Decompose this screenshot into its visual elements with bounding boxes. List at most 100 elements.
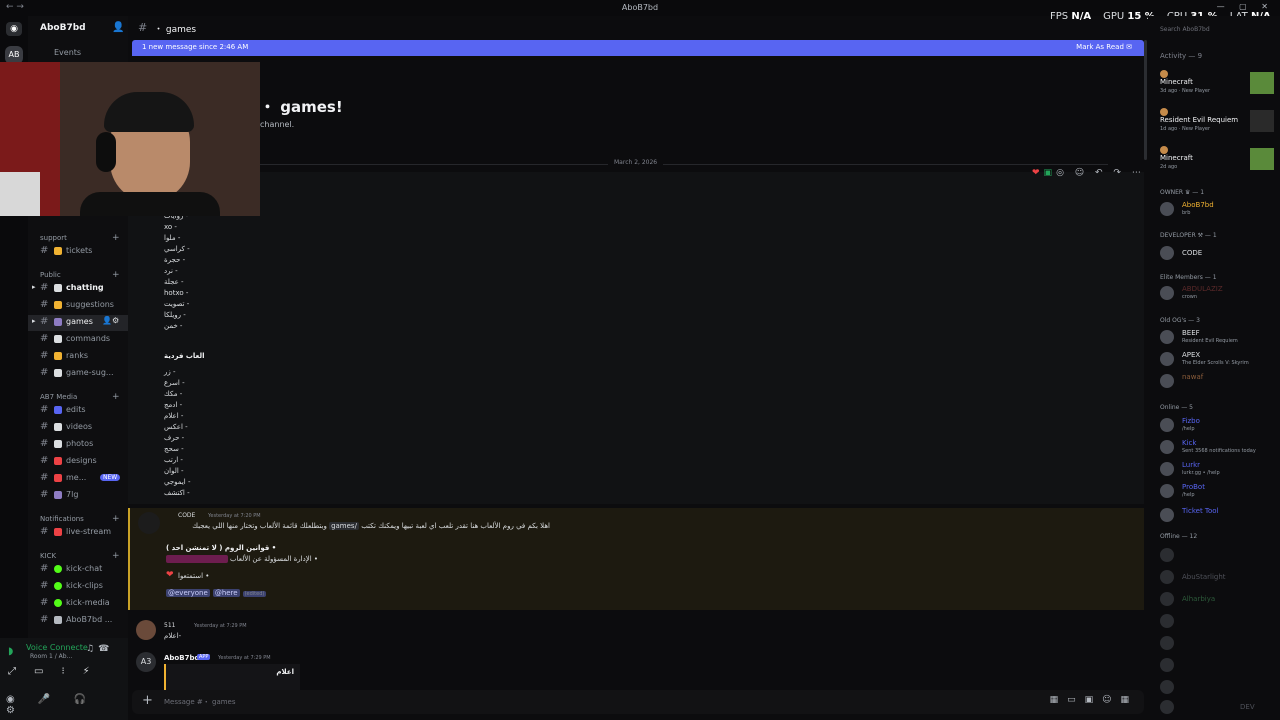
member-item[interactable] bbox=[1160, 656, 1278, 676]
new-messages-text[interactable]: 1 new message since 2:46 AM bbox=[142, 43, 248, 51]
channel-edits[interactable]: # edits bbox=[28, 403, 128, 419]
channel-videos[interactable]: # videos bbox=[28, 420, 128, 436]
category-kick[interactable]: KICK + bbox=[40, 551, 120, 561]
message[interactable]: 511 Yesterday at 7:29 PM اعلام- bbox=[128, 618, 1144, 646]
add-channel-icon[interactable]: + bbox=[112, 233, 120, 243]
everyone-mention[interactable]: @everyone bbox=[166, 589, 210, 597]
avatar[interactable] bbox=[138, 512, 160, 534]
add-channel-icon[interactable]: + bbox=[112, 270, 120, 280]
role-mention[interactable] bbox=[166, 555, 228, 563]
game-title: Minecraft bbox=[1160, 78, 1193, 86]
activity-card[interactable]: Minecraft 3d ago · New Player bbox=[1160, 70, 1278, 100]
channel-7lg[interactable]: #7lg bbox=[28, 488, 128, 504]
channel-kick-chat[interactable]: # kick-chat bbox=[28, 562, 128, 578]
member-item[interactable]: BEEF Resident Evil Requiem bbox=[1160, 328, 1278, 348]
solo-games-heading: العاب فردية bbox=[164, 352, 205, 360]
search-input[interactable]: Search AboB7bd bbox=[1160, 26, 1210, 33]
channel-voice-abob7bd[interactable]: # AboB7bd ... bbox=[28, 613, 128, 629]
add-channel-icon[interactable]: + bbox=[112, 551, 120, 561]
channel-emoji bbox=[54, 247, 62, 255]
hash-icon: # bbox=[40, 404, 49, 415]
member-item[interactable]: DEV bbox=[1160, 698, 1278, 718]
member-item[interactable]: AbuStarlight bbox=[1160, 568, 1278, 588]
bot-message[interactable]: A3 AboB7bd APP Yesterday at 7:29 PM اعلا… bbox=[128, 650, 1144, 690]
channel-commands[interactable]: # commands bbox=[28, 332, 128, 348]
message-input[interactable]: Message #・ games bbox=[164, 697, 236, 707]
embed: اعلام bbox=[164, 664, 300, 690]
here-mention[interactable]: @here bbox=[212, 589, 240, 597]
server-name[interactable]: AboB7bd bbox=[40, 23, 86, 33]
disconnect-icon[interactable]: ♫☎ bbox=[86, 644, 113, 654]
avatar[interactable]: A3 bbox=[136, 652, 156, 672]
member-item[interactable]: Alharbiya bbox=[1160, 590, 1278, 610]
channel-photos[interactable]: # photos bbox=[28, 437, 128, 453]
hash-icon: # bbox=[40, 489, 49, 500]
member-item[interactable]: Kick Sent 3568 notifications today bbox=[1160, 438, 1278, 458]
member-item[interactable]: Lurkr lurkr.gg • /help bbox=[1160, 460, 1278, 480]
member-item[interactable]: Ticket Tool bbox=[1160, 506, 1278, 526]
user-controls[interactable]: ◉ 🎤 🎧 ⚙ bbox=[6, 694, 128, 716]
avatar bbox=[1160, 440, 1174, 454]
member-item[interactable] bbox=[1160, 612, 1278, 632]
hash-icon: # bbox=[40, 350, 49, 361]
mark-as-read-button[interactable]: Mark As Read ✉ bbox=[1076, 43, 1132, 51]
avatar bbox=[1160, 462, 1174, 476]
announcement-message[interactable]: CODE Yesterday at 7:20 PM اهلا بكم في رو… bbox=[128, 508, 1144, 610]
member-item[interactable] bbox=[1160, 678, 1278, 698]
voice-actions[interactable]: ⤢▭⁝⚡ bbox=[8, 666, 108, 677]
add-channel-icon[interactable]: + bbox=[112, 392, 120, 402]
activity-card[interactable]: Resident Evil Requiem 1d ago · New Playe… bbox=[1160, 108, 1278, 138]
hash-icon: # bbox=[40, 472, 49, 483]
management-text: الإدارة المسؤولة عن الألعاب • bbox=[230, 555, 319, 563]
category-support[interactable]: support + bbox=[40, 233, 120, 243]
channel-settings-icon[interactable]: 👤⚙ bbox=[102, 316, 119, 325]
channel-games[interactable]: ▸ # games 👤⚙ bbox=[28, 315, 128, 331]
username[interactable]: AboB7bd bbox=[164, 654, 199, 662]
composer-tools[interactable]: ▦▭▣☺▦ bbox=[1050, 695, 1138, 705]
voice-status[interactable]: Voice Connecte bbox=[26, 643, 88, 652]
member-item[interactable]: Fizbo/help bbox=[1160, 416, 1278, 436]
channel-tickets[interactable]: # tickets bbox=[28, 244, 128, 260]
channel-kick-media[interactable]: # kick-media bbox=[28, 596, 128, 612]
channel-kick-clips[interactable]: # kick-clips bbox=[28, 579, 128, 595]
channel-game-sug[interactable]: # game-sug... bbox=[28, 366, 128, 382]
member-item[interactable]: ProBot/help bbox=[1160, 482, 1278, 502]
activity-card[interactable]: Minecraft 2d ago bbox=[1160, 146, 1278, 176]
member-item[interactable]: APEX The Elder Scrolls V: Skyrim bbox=[1160, 350, 1278, 370]
channel-ranks[interactable]: # ranks bbox=[28, 349, 128, 365]
server-header[interactable]: AboB7bd 👤 bbox=[28, 16, 128, 42]
member-item[interactable] bbox=[1160, 546, 1278, 566]
discord-home-icon[interactable]: ◉ bbox=[6, 22, 22, 36]
channel-emoji bbox=[54, 369, 62, 377]
user-icon bbox=[1160, 146, 1168, 154]
new-messages-bar[interactable]: 1 new message since 2:46 AM Mark As Read… bbox=[132, 40, 1144, 56]
channel-live-stream[interactable]: # live-stream bbox=[28, 525, 128, 541]
member-item[interactable]: ABDULAZIZ crown bbox=[1160, 284, 1278, 304]
activity-meta: 3d ago · New Player bbox=[1160, 88, 1211, 94]
member-item[interactable]: CODE bbox=[1160, 244, 1278, 264]
events-link[interactable]: Events bbox=[54, 48, 81, 57]
add-channel-icon[interactable]: + bbox=[112, 514, 120, 524]
channel-chatting[interactable]: ▸ # chatting bbox=[28, 281, 128, 297]
category-public[interactable]: Public + bbox=[40, 270, 120, 280]
category-media[interactable]: AB7 Media + bbox=[40, 392, 120, 402]
category-notifications[interactable]: Notifications + bbox=[40, 514, 120, 524]
slash-command[interactable]: /games bbox=[329, 522, 359, 530]
channel-me[interactable]: # me... NEW bbox=[28, 471, 128, 487]
add-member-icon[interactable]: 👤 bbox=[112, 22, 124, 33]
member-item[interactable]: nawaf bbox=[1160, 372, 1278, 392]
member-item[interactable]: AboB7bd brb bbox=[1160, 200, 1278, 220]
avatar bbox=[1160, 330, 1174, 344]
channel-designs[interactable]: # designs bbox=[28, 454, 128, 470]
chat-scrollbar[interactable] bbox=[1144, 40, 1147, 160]
avatar[interactable] bbox=[136, 620, 156, 640]
member-item[interactable] bbox=[1160, 634, 1278, 654]
message-hover-toolbar[interactable]: ❤▣◎ ☺ ↶ ↷ ⋯ bbox=[1032, 168, 1145, 178]
channel-suggestions[interactable]: # suggestions bbox=[28, 298, 128, 314]
list-item: hotxo - bbox=[164, 289, 189, 297]
games-list-message[interactable]: زوايات - xo - ملوا - كراسي - حجرة - نرد … bbox=[128, 172, 1144, 504]
voice-room[interactable]: Room 1 / Ab... bbox=[30, 653, 72, 660]
add-attachment-icon[interactable]: + bbox=[142, 693, 153, 708]
message-composer[interactable]: + Message #・ games ▦▭▣☺▦ bbox=[132, 690, 1144, 714]
window-controls[interactable]: — ▢ ✕ bbox=[1217, 2, 1274, 11]
